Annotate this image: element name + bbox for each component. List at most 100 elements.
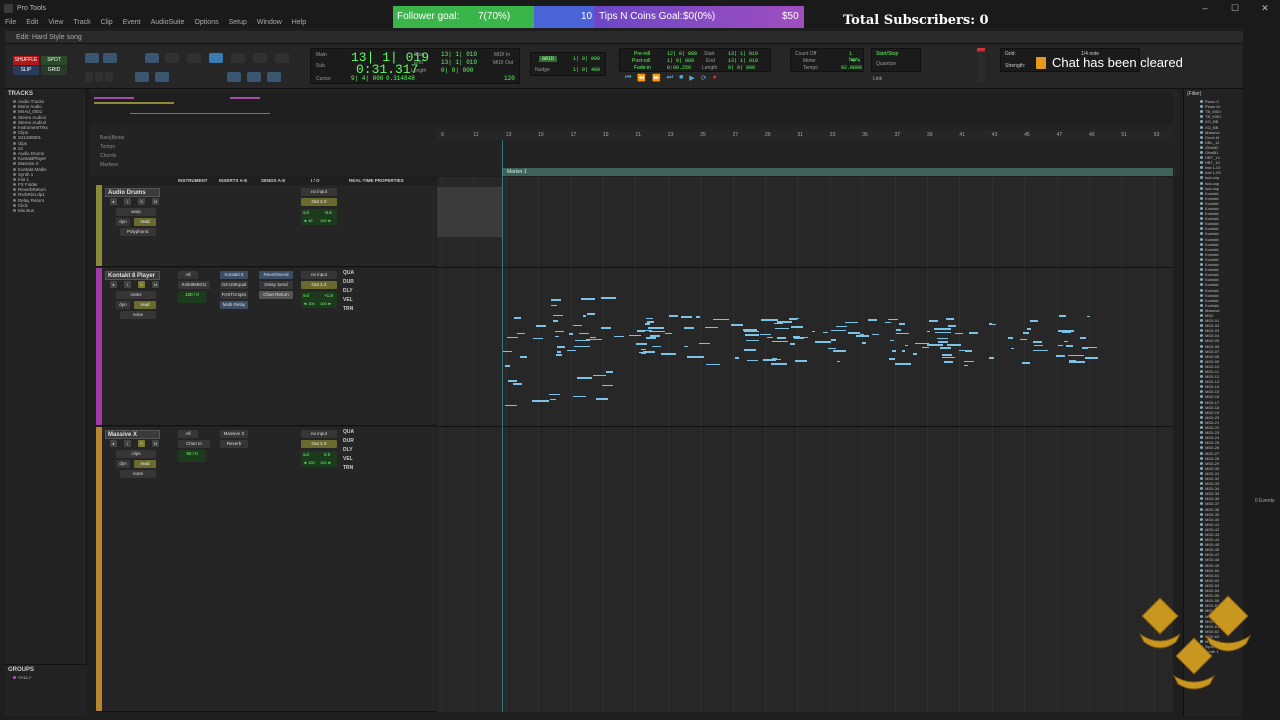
input-monitor-button[interactable]: I: [124, 198, 131, 205]
midi-note[interactable]: [645, 317, 654, 320]
instrument-midi-input[interactable]: All: [178, 271, 198, 279]
midi-note[interactable]: [680, 316, 693, 318]
track-visibility-dot[interactable]: [13, 157, 16, 161]
solo-button[interactable]: S: [138, 440, 145, 447]
link-track-icon[interactable]: [267, 72, 281, 82]
midi-note[interactable]: [946, 344, 961, 346]
midi-note[interactable]: [1029, 320, 1039, 322]
midi-note[interactable]: [661, 353, 677, 355]
midi-note[interactable]: [922, 346, 930, 349]
mute-button[interactable]: M: [152, 281, 159, 288]
midi-note[interactable]: [936, 337, 948, 340]
track-visibility-dot[interactable]: [13, 167, 16, 171]
midi-note[interactable]: [555, 335, 560, 338]
midi-note[interactable]: [517, 332, 526, 335]
automation-mode[interactable]: read: [134, 218, 156, 226]
midi-note[interactable]: [901, 350, 905, 352]
midi-note[interactable]: [1011, 347, 1015, 350]
menu-help[interactable]: Help: [287, 19, 311, 26]
menu-options[interactable]: Options: [189, 19, 223, 26]
instrument-midi-output[interactable]: Chan In: [178, 440, 210, 448]
track-visibility-dot[interactable]: [13, 193, 16, 197]
midi-note[interactable]: [898, 323, 905, 325]
midi-note[interactable]: [1056, 355, 1066, 357]
midi-note[interactable]: [830, 339, 837, 341]
midi-note[interactable]: [845, 321, 859, 324]
midi-note[interactable]: [533, 337, 543, 340]
solo-button[interactable]: S: [138, 198, 145, 205]
midi-note[interactable]: [928, 320, 939, 322]
dyn-button[interactable]: dyn: [116, 218, 130, 226]
midi-note[interactable]: [887, 318, 898, 321]
midi-note[interactable]: [963, 364, 969, 367]
insert-b[interactable]: Ozn10Equal: [220, 281, 248, 289]
midi-note[interactable]: [652, 345, 662, 348]
midi-note[interactable]: [1082, 347, 1088, 350]
midi-note[interactable]: [988, 357, 994, 359]
realtime-quantize[interactable]: QUA: [343, 270, 354, 276]
insert-b[interactable]: Reverb: [220, 440, 248, 448]
midi-note[interactable]: [766, 336, 774, 339]
send-a[interactable]: ReverbSend: [259, 271, 293, 279]
midi-note[interactable]: [944, 361, 954, 363]
midi-note[interactable]: [636, 330, 646, 332]
midi-note[interactable]: [573, 395, 586, 398]
midi-note[interactable]: [600, 327, 611, 329]
midi-note[interactable]: [664, 332, 672, 335]
midi-note[interactable]: [532, 400, 549, 402]
return-to-zero-icon[interactable]: ⏮: [625, 74, 631, 84]
track-visibility-dot[interactable]: [13, 131, 16, 135]
record-icon[interactable]: ●: [713, 74, 717, 84]
midi-note[interactable]: [772, 358, 777, 360]
midi-note[interactable]: [683, 327, 694, 329]
midi-note[interactable]: [947, 325, 956, 327]
midi-note[interactable]: [771, 363, 787, 365]
midi-note[interactable]: [896, 332, 910, 335]
midi-note[interactable]: [548, 393, 561, 396]
tab-to-transient-icon[interactable]: [227, 72, 241, 82]
track-visibility-dot[interactable]: [13, 120, 16, 124]
scrubber-tool-icon[interactable]: [253, 53, 267, 63]
pan-right[interactable]: 100 ►: [320, 301, 332, 306]
zoom-in-icon[interactable]: [103, 53, 117, 63]
go-to-end-icon[interactable]: ⏭: [667, 74, 673, 84]
midi-note[interactable]: [832, 350, 846, 352]
track-name[interactable]: Audio Drums: [105, 188, 160, 197]
track-visibility-dot[interactable]: [13, 188, 16, 192]
close-button[interactable]: ✕: [1250, 0, 1280, 16]
quantize-box[interactable]: Start/Stop Quantize: [871, 48, 921, 72]
track-visibility-dot[interactable]: [13, 141, 16, 145]
mute-button[interactable]: M: [152, 198, 159, 205]
shuffle-mode-button[interactable]: SHUFFLE: [13, 56, 39, 65]
midi-note[interactable]: [746, 339, 759, 342]
selector-tool-icon[interactable]: [187, 53, 201, 63]
midi-note[interactable]: [1033, 344, 1043, 347]
output-selector[interactable]: Out 1-2: [301, 440, 337, 448]
midi-note[interactable]: [836, 325, 848, 328]
trim-tool-icon[interactable]: [165, 53, 179, 63]
midi-note[interactable]: [568, 333, 574, 335]
pencil-tool-icon[interactable]: [275, 53, 289, 63]
midi-note[interactable]: [884, 321, 892, 324]
midi-zoom-icon[interactable]: [155, 72, 169, 82]
midi-note[interactable]: [859, 334, 865, 336]
menu-window[interactable]: Window: [252, 19, 287, 26]
realtime-velocity[interactable]: VEL: [343, 297, 353, 303]
track-visibility-dot[interactable]: [13, 115, 16, 119]
nudge-grid-box[interactable]: GRID 1| 0| 000 Nudge 1| 0| 480: [530, 52, 606, 76]
menu-event[interactable]: Event: [118, 19, 146, 26]
track-name[interactable]: Massive X: [105, 430, 160, 439]
midi-note[interactable]: [1058, 344, 1064, 347]
midi-note[interactable]: [505, 404, 517, 407]
realtime-duration[interactable]: DUR: [343, 438, 354, 444]
midi-note[interactable]: [831, 329, 846, 332]
instrument-midi-output[interactable]: Kntkt8MIDI1: [178, 281, 210, 289]
audio-drums-clip[interactable]: [437, 187, 502, 237]
track-visibility-dot[interactable]: [13, 203, 16, 207]
track-visibility-dot[interactable]: [13, 100, 16, 104]
elastic-mode[interactable]: Polyphonic: [120, 228, 156, 236]
menu-clip[interactable]: Clip: [96, 19, 118, 26]
midi-note[interactable]: [551, 304, 558, 307]
midi-note[interactable]: [772, 340, 788, 343]
midi-note[interactable]: [1065, 345, 1074, 347]
